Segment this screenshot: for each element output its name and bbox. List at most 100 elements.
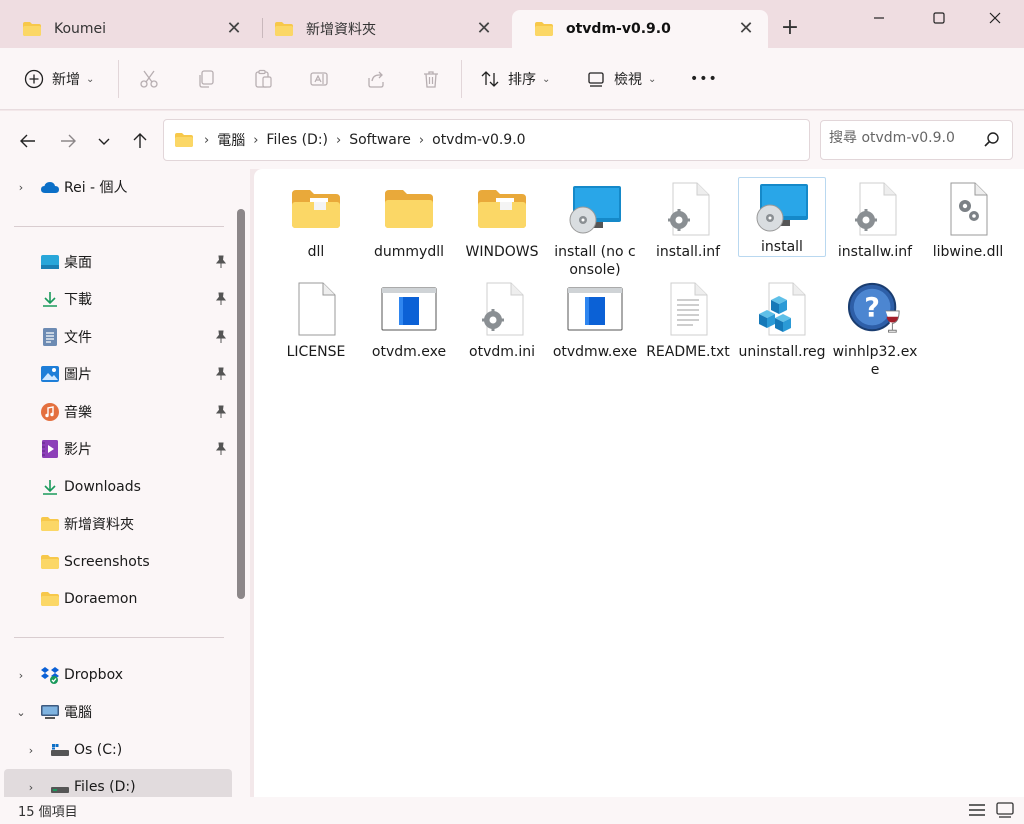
file-item-install[interactable]: install bbox=[738, 177, 826, 257]
chevron-down-icon bbox=[98, 138, 110, 145]
help-icon: ? bbox=[847, 281, 903, 337]
sidebar-item-documents[interactable]: 文件 bbox=[0, 319, 232, 355]
sidebar-item-label: 下載 bbox=[64, 292, 92, 308]
pin-icon[interactable] bbox=[214, 292, 228, 306]
chevron-right-icon[interactable]: › bbox=[24, 744, 38, 757]
forward-button[interactable] bbox=[56, 129, 80, 153]
sort-button[interactable]: 排序 ⌄ bbox=[480, 62, 550, 96]
folder-icon bbox=[474, 181, 530, 237]
new-button[interactable]: 新增 ⌄ bbox=[24, 62, 94, 96]
share-button[interactable] bbox=[365, 68, 387, 90]
toolbar-divider bbox=[118, 60, 119, 98]
file-item-winhlp32-exe[interactable]: ? winhlp32.exe bbox=[831, 281, 919, 379]
sidebar-item-desktop[interactable]: 桌面 bbox=[0, 244, 232, 280]
file-item-libwine-dll[interactable]: libwine.dll bbox=[924, 181, 1012, 261]
pin-icon[interactable] bbox=[214, 367, 228, 381]
sidebar-item-downloads-quick[interactable]: 下載 bbox=[0, 281, 232, 317]
file-item-otvdm-exe[interactable]: otvdm.exe bbox=[365, 281, 453, 361]
tab-label: Koumei bbox=[54, 21, 107, 37]
file-item-uninstall-reg[interactable]: uninstall.reg bbox=[738, 281, 826, 361]
maximize-button[interactable] bbox=[910, 0, 968, 36]
pin-icon[interactable] bbox=[214, 255, 228, 269]
svg-text:?: ? bbox=[864, 293, 880, 324]
sidebar-item-onedrive[interactable]: › Rei - 個人 bbox=[0, 169, 232, 205]
sidebar-item-screenshots[interactable]: Screenshots bbox=[0, 544, 232, 580]
sidebar-scrollbar[interactable] bbox=[237, 209, 245, 599]
breadcrumb-software[interactable]: Software bbox=[349, 132, 411, 148]
sidebar-item-pictures[interactable]: 圖片 bbox=[0, 356, 232, 392]
chevron-down-icon[interactable]: ⌄ bbox=[14, 706, 28, 719]
minimize-button[interactable] bbox=[850, 0, 908, 36]
file-item-otvdm-ini[interactable]: otvdm.ini bbox=[458, 281, 546, 361]
search-box[interactable] bbox=[820, 120, 1013, 160]
breadcrumb-files-d[interactable]: Files (D:) bbox=[266, 132, 328, 148]
close-icon[interactable]: ✕ bbox=[736, 20, 756, 38]
sidebar-item-drive-d[interactable]: › Files (D:) bbox=[4, 769, 232, 797]
dropbox-icon bbox=[40, 665, 60, 685]
file-item-readme-txt[interactable]: README.txt bbox=[644, 281, 732, 361]
address-bar[interactable]: › 電腦 › Files (D:) › Software › otvdm-v0.… bbox=[163, 119, 957, 161]
sidebar-item-videos[interactable]: 影片 bbox=[0, 431, 232, 467]
back-button[interactable] bbox=[16, 129, 40, 153]
dll-file-icon bbox=[940, 181, 996, 237]
breadcrumb-otvdm[interactable]: otvdm-v0.9.0 bbox=[432, 132, 525, 148]
file-item-otvdmw-exe[interactable]: otvdmw.exe bbox=[551, 281, 639, 361]
more-options-button[interactable]: ••• bbox=[690, 62, 718, 96]
close-window-button[interactable] bbox=[966, 0, 1024, 36]
file-item-install-inf[interactable]: install.inf bbox=[644, 181, 732, 261]
tab-otvdm[interactable]: otvdm-v0.9.0 ✕ bbox=[512, 10, 768, 48]
copy-button[interactable] bbox=[195, 68, 217, 90]
up-button[interactable] bbox=[128, 129, 152, 153]
file-name: WINDOWS bbox=[465, 244, 539, 260]
search-input[interactable] bbox=[829, 130, 979, 146]
tab-new-folder[interactable]: 新增資料夾 ✕ bbox=[252, 10, 506, 48]
sidebar-item-drive-c[interactable]: › Os (C:) bbox=[0, 732, 232, 768]
file-item-installw-inf[interactable]: installw.inf bbox=[831, 181, 919, 261]
file-item-windows[interactable]: WINDOWS bbox=[458, 181, 546, 261]
cut-button[interactable] bbox=[138, 68, 160, 90]
file-item-dll[interactable]: dll bbox=[272, 181, 360, 261]
file-name: otvdmw.exe bbox=[552, 344, 638, 360]
sort-label: 排序 bbox=[508, 72, 536, 88]
tab-koumei[interactable]: Koumei ✕ bbox=[0, 10, 256, 48]
recent-locations-button[interactable] bbox=[92, 129, 116, 153]
file-item-install-no-console[interactable]: install (no console) bbox=[551, 181, 639, 279]
folder-icon bbox=[275, 22, 293, 36]
exe-icon bbox=[567, 281, 623, 337]
sidebar-item-computer[interactable]: ⌄ 電腦 bbox=[0, 694, 232, 730]
close-icon[interactable]: ✕ bbox=[474, 20, 494, 38]
sidebar-item-new-folder[interactable]: 新增資料夾 bbox=[0, 506, 232, 542]
chevron-right-icon[interactable]: › bbox=[24, 781, 38, 794]
file-item-license[interactable]: LICENSE bbox=[272, 281, 360, 361]
chevron-right-icon: › bbox=[204, 132, 210, 148]
delete-button[interactable] bbox=[420, 68, 442, 90]
file-item-dummydll[interactable]: dummydll bbox=[365, 181, 453, 261]
maximize-icon bbox=[933, 12, 945, 24]
file-name: LICENSE bbox=[286, 344, 346, 360]
new-tab-button[interactable]: + bbox=[776, 14, 804, 42]
sidebar-item-label: Downloads bbox=[64, 479, 141, 495]
rename-button[interactable] bbox=[308, 68, 330, 90]
chevron-right-icon[interactable]: › bbox=[14, 181, 28, 194]
large-icons-view-button[interactable] bbox=[994, 799, 1016, 821]
sidebar-item-doraemon[interactable]: Doraemon bbox=[0, 581, 232, 617]
sidebar-item-dropbox[interactable]: › Dropbox bbox=[0, 657, 232, 693]
cloud-icon bbox=[40, 177, 60, 197]
close-icon[interactable]: ✕ bbox=[224, 20, 244, 38]
sidebar-divider bbox=[14, 637, 224, 638]
chevron-down-icon: ⌄ bbox=[86, 73, 95, 85]
folder-icon bbox=[23, 22, 41, 36]
view-button[interactable]: 檢視 ⌄ bbox=[586, 62, 656, 96]
pin-icon[interactable] bbox=[214, 442, 228, 456]
download-icon bbox=[40, 289, 60, 309]
pin-icon[interactable] bbox=[214, 405, 228, 419]
pin-icon[interactable] bbox=[214, 330, 228, 344]
computer-icon bbox=[40, 702, 60, 722]
chevron-right-icon[interactable]: › bbox=[14, 669, 28, 682]
sidebar-item-music[interactable]: 音樂 bbox=[0, 394, 232, 430]
sidebar-item-downloads[interactable]: Downloads bbox=[0, 469, 232, 505]
paste-button[interactable] bbox=[252, 68, 274, 90]
breadcrumb-computer[interactable]: 電腦 bbox=[217, 130, 245, 150]
details-view-button[interactable] bbox=[966, 799, 988, 821]
sort-icon bbox=[481, 71, 499, 87]
